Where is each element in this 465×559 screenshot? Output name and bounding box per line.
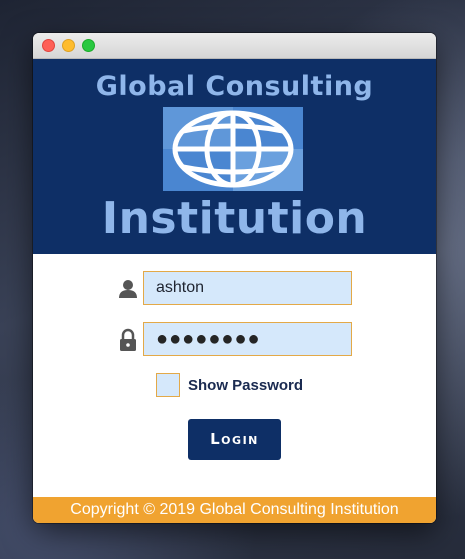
- copyright-footer: Copyright © 2019 Global Consulting Insti…: [33, 497, 436, 523]
- zoom-window-button[interactable]: [82, 39, 95, 52]
- username-row: ashton: [33, 271, 436, 307]
- brand-title-bottom: Institution: [101, 193, 368, 244]
- user-icon: [116, 277, 140, 301]
- password-row: ●●●●●●●●: [33, 322, 436, 358]
- close-window-button[interactable]: [42, 39, 55, 52]
- show-password-label[interactable]: Show Password: [188, 377, 303, 394]
- minimize-window-button[interactable]: [62, 39, 75, 52]
- login-window: Global Consulting Institution ashton ●●●…: [33, 33, 436, 523]
- lock-icon: [116, 328, 140, 352]
- brand-banner: Global Consulting Institution: [33, 59, 436, 254]
- globe-icon: [163, 107, 303, 191]
- password-input[interactable]: ●●●●●●●●: [143, 322, 352, 356]
- brand-title-top: Global Consulting: [95, 71, 374, 102]
- username-input[interactable]: ashton: [143, 271, 352, 305]
- title-bar[interactable]: [33, 33, 436, 59]
- show-password-checkbox[interactable]: [156, 373, 180, 397]
- show-password-toggle[interactable]: Show Password: [156, 373, 326, 399]
- login-button[interactable]: Login: [188, 419, 281, 460]
